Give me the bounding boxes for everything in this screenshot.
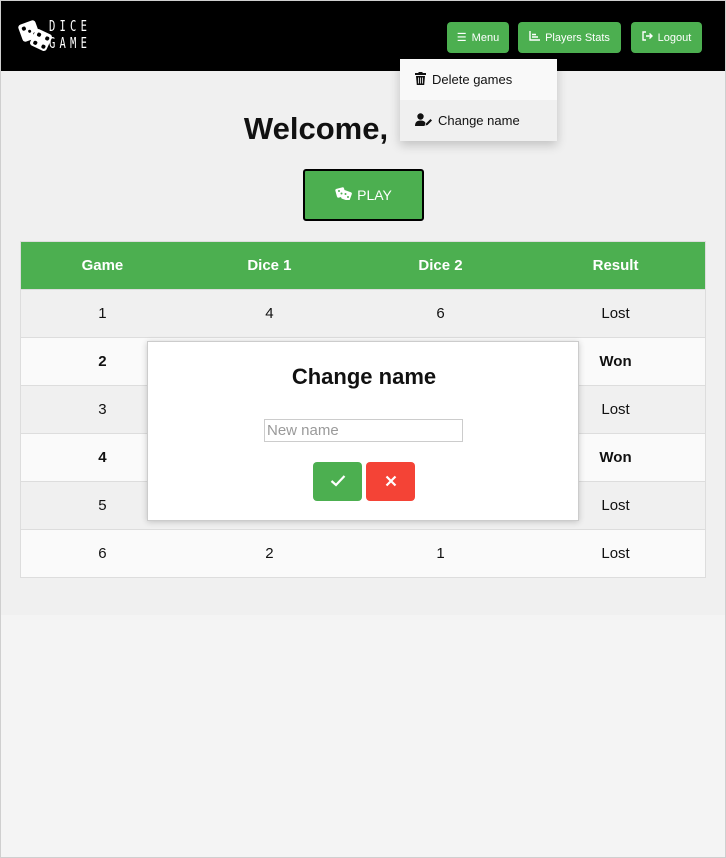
cell-game: 6 (20, 529, 184, 578)
menu-item-label: Change name (438, 113, 520, 128)
change-name-modal: Change name (147, 341, 579, 521)
chart-icon (529, 31, 541, 44)
logout-label: Logout (657, 31, 692, 44)
menu-button[interactable]: ☰ Menu (447, 22, 509, 53)
table-row: 6 2 1 Lost (20, 529, 706, 578)
hamburger-icon: ☰ (456, 32, 467, 44)
logo-wordmark: DICE GAME (48, 17, 91, 52)
modal-title: Change name (291, 364, 437, 389)
cell-dice-2: 6 (354, 289, 527, 338)
user-edit-icon (415, 112, 432, 129)
column-header-game: Game (20, 241, 184, 290)
menu-dropdown: Delete games Change name (400, 59, 557, 141)
cell-result: Lost (526, 289, 706, 338)
menu-item-change-name[interactable]: Change name (400, 100, 557, 141)
page-background (1, 615, 725, 857)
players-stats-label: Players Stats (545, 31, 610, 44)
logout-button[interactable]: Logout (631, 22, 702, 53)
trash-icon (415, 71, 426, 88)
play-button[interactable]: PLAY (303, 169, 424, 221)
menu-item-label: Delete games (432, 72, 513, 87)
cell-game: 1 (20, 289, 184, 338)
column-header-dice-1: Dice 1 (183, 241, 355, 290)
close-icon (385, 470, 397, 493)
menu-button-label: Menu (471, 31, 500, 44)
table-row: 1 4 6 Lost (20, 289, 706, 338)
table-header-row: Game Dice 1 Dice 2 Result (20, 241, 706, 290)
dice-icon (335, 187, 352, 203)
cell-result: Lost (526, 529, 706, 578)
players-stats-button[interactable]: Players Stats (518, 22, 621, 53)
logo[interactable]: DICE GAME (17, 15, 109, 55)
cancel-button[interactable] (366, 462, 415, 501)
play-label: PLAY (357, 187, 392, 203)
new-name-input[interactable] (264, 419, 463, 442)
checkmark-icon (330, 470, 346, 493)
cell-dice-2: 1 (354, 529, 527, 578)
column-header-dice-2: Dice 2 (354, 241, 527, 290)
logout-icon (641, 31, 653, 44)
confirm-button[interactable] (313, 462, 362, 501)
cell-dice-1: 4 (183, 289, 355, 338)
cell-dice-1: 2 (183, 529, 355, 578)
app-window: DICE GAME ☰ Menu Players Stats Logout De… (0, 0, 726, 858)
menu-item-delete-games[interactable]: Delete games (400, 59, 557, 100)
column-header-result: Result (526, 241, 706, 290)
dice-logo-icon (17, 18, 53, 52)
navbar: DICE GAME ☰ Menu Players Stats Logout (1, 1, 725, 71)
